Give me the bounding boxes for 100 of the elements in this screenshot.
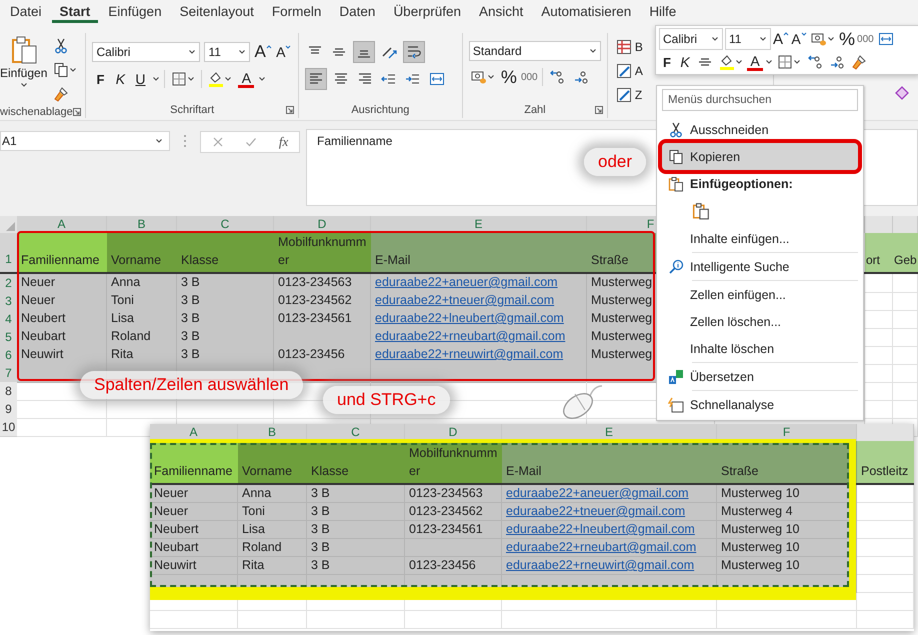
table-cell: Mobilfunknummer <box>405 441 502 483</box>
menu-item[interactable]: Schnellanalyse <box>662 391 858 418</box>
table-cell: Lisa <box>238 521 307 539</box>
table-cell: Toni <box>107 292 177 311</box>
italic-button[interactable]: K <box>112 68 128 90</box>
font-size-field[interactable]: 11 <box>725 28 771 50</box>
bold-button[interactable]: F <box>92 68 108 90</box>
row-header[interactable]: 2 <box>0 274 17 293</box>
email-link[interactable]: eduraabe22+rneubart@gmail.com <box>375 329 566 343</box>
email-link[interactable]: eduraabe22+lneubert@gmail.com <box>506 522 695 536</box>
ribbon-tab[interactable]: Einfügen <box>100 0 170 23</box>
thousands-button[interactable]: 000 <box>857 28 874 50</box>
grow-font-button[interactable]: A <box>254 41 272 63</box>
ribbon-tab[interactable]: Formeln <box>264 0 330 23</box>
row-header[interactable]: 10 <box>0 418 17 437</box>
style-button[interactable]: B <box>614 36 645 58</box>
table-cell: Neuer <box>150 485 238 503</box>
ribbon-tab[interactable]: Ansicht <box>470 0 532 23</box>
table-cell: Neuer <box>150 503 238 521</box>
ribbon-tab[interactable]: Start <box>52 0 98 23</box>
style-button[interactable]: Z <box>614 84 644 106</box>
name-box[interactable]: A1 <box>0 131 170 151</box>
shrink-font-button[interactable]: A <box>276 41 292 63</box>
table-cell: Neuer <box>17 292 107 311</box>
table-cell: Roland <box>238 539 307 557</box>
ribbon-tab[interactable]: Daten <box>331 0 384 23</box>
table-cell: 3 B <box>177 292 274 311</box>
row-header[interactable]: 9 <box>0 400 17 419</box>
table-cell: Familienname <box>17 233 107 272</box>
table-cell: 3 B <box>307 539 405 557</box>
table-cell: Neubert <box>150 521 238 539</box>
table-cell: 3 B <box>177 328 274 347</box>
group-label: Zahl <box>524 104 546 116</box>
table-cell: Klasse <box>307 441 405 483</box>
table-cell: Musterweg 10 <box>717 521 857 539</box>
table-cell: Musterweg 10 <box>717 539 857 557</box>
thousands-button[interactable]: 000 <box>520 66 538 88</box>
row-header[interactable]: 6 <box>0 346 17 365</box>
table-cell: Anna <box>238 485 307 503</box>
annotation-label: und STRG+c <box>323 386 450 414</box>
table-cell: Postleitz <box>857 441 914 483</box>
email-link[interactable]: eduraabe22+tneuer@gmail.com <box>375 293 554 307</box>
table-cell: ort <box>865 233 893 272</box>
email-link[interactable]: eduraabe22+aneuer@gmail.com <box>375 275 558 289</box>
table-cell: Musterweg 10 <box>717 557 857 575</box>
table-cell: Neuwirt <box>17 346 107 365</box>
email-link[interactable]: eduraabe22+rneuwirt@gmail.com <box>375 347 564 361</box>
percent-button[interactable]: % <box>839 28 856 50</box>
row-header[interactable]: 3 <box>0 292 17 311</box>
email-link[interactable]: eduraabe22+tneuer@gmail.com <box>506 504 686 518</box>
ribbon-tab[interactable]: Automatisieren <box>533 0 640 23</box>
style-button[interactable]: A <box>614 60 645 82</box>
paste-button[interactable]: Einfügen <box>0 35 48 89</box>
table-cell: 0123-23456 <box>274 346 371 365</box>
table-cell: 0123-234562 <box>405 503 502 521</box>
table-cell: Geb <box>893 233 918 272</box>
table-cell: Klasse <box>177 233 274 272</box>
underline-button[interactable]: U <box>132 68 148 90</box>
table-cell: Roland <box>107 328 177 347</box>
menu-item[interactable]: Übersetzen <box>662 363 858 390</box>
group-label: wischenablage <box>0 106 73 118</box>
group-label: Schriftart <box>170 104 214 116</box>
row-header[interactable]: 7 <box>0 364 17 383</box>
row-header[interactable]: 8 <box>0 382 17 401</box>
font-color-button[interactable]: A <box>747 54 763 70</box>
font-size-field[interactable]: 11 <box>204 42 250 62</box>
row-header[interactable]: 1 <box>0 233 17 272</box>
shrink-font-button[interactable]: A <box>791 28 808 50</box>
row-header[interactable]: 4 <box>0 310 17 329</box>
group-label: Ausrichtung <box>351 104 410 116</box>
table-cell: 3 B <box>177 310 274 329</box>
table-cell: 3 B <box>307 521 405 539</box>
number-format-field[interactable]: Standard <box>468 41 601 61</box>
font-name-field[interactable]: Calibri <box>92 42 200 62</box>
font-color-button[interactable]: A <box>238 70 254 88</box>
table-cell: 0123-234561 <box>274 310 371 329</box>
email-link[interactable]: eduraabe22+rneubart@gmail.com <box>506 540 696 554</box>
menu-heading: Einfügeoptionen: <box>690 176 793 190</box>
table-cell: Vorname <box>107 233 177 272</box>
email-link[interactable]: eduraabe22+aneuer@gmail.com <box>506 486 689 500</box>
table-cell: 0123-234563 <box>405 485 502 503</box>
italic-button[interactable]: K <box>677 51 693 73</box>
grow-font-button[interactable]: A <box>773 28 790 50</box>
font-name-field[interactable]: Calibri <box>659 28 723 50</box>
ribbon-tab[interactable]: Hilfe <box>641 0 684 23</box>
table-cell: 0123-234562 <box>274 292 371 311</box>
bold-button[interactable]: F <box>659 51 675 73</box>
table-cell: 3 B <box>307 485 405 503</box>
email-link[interactable]: eduraabe22+lneubert@gmail.com <box>375 311 564 325</box>
ribbon-tab[interactable]: Seitenlayout <box>172 0 262 23</box>
percent-button[interactable]: % <box>500 66 517 88</box>
row-header[interactable]: 5 <box>0 328 17 347</box>
ribbon-tab[interactable]: Datei <box>2 0 50 23</box>
table-cell: 3 B <box>177 274 274 293</box>
menu-item[interactable]: Kopieren <box>662 143 858 170</box>
ribbon-tab[interactable]: Überprüfen <box>385 0 469 23</box>
email-link[interactable]: eduraabe22+rneuwirt@gmail.com <box>506 558 694 572</box>
table-cell: Neuer <box>17 274 107 293</box>
search-field[interactable]: Menüs durchsuchen <box>662 89 858 111</box>
insert-function-button[interactable]: fx <box>278 134 288 150</box>
